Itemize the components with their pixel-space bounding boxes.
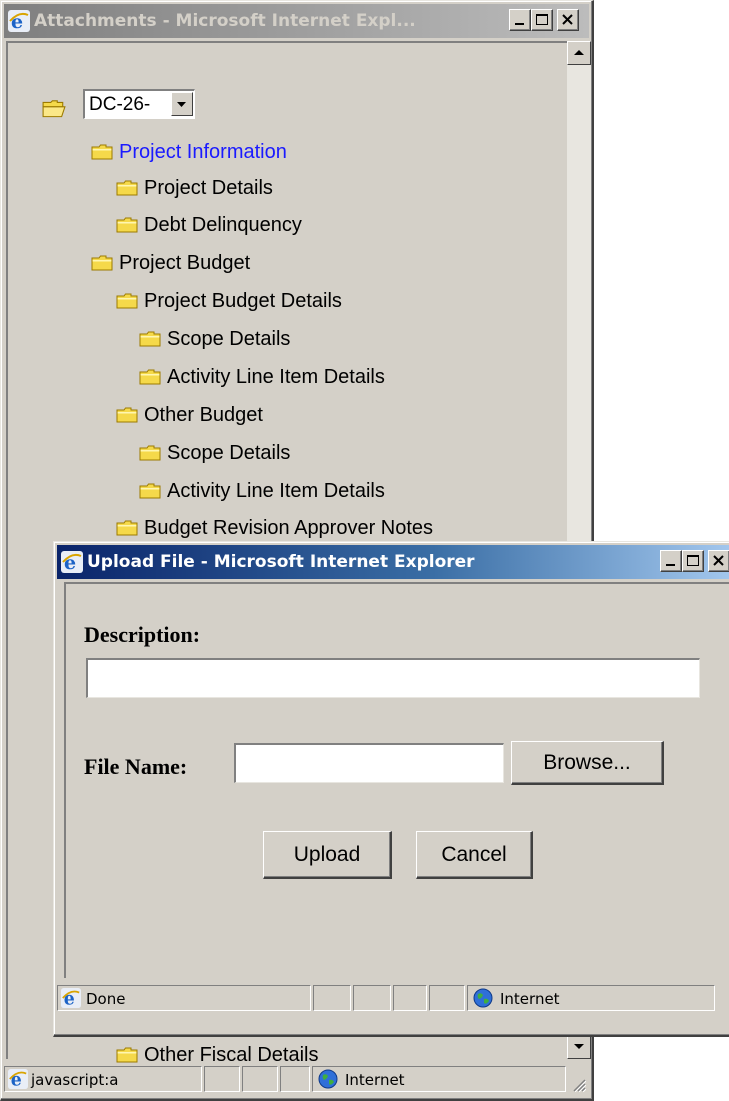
upload-form: Description: File Name: Browse... Upload…	[64, 582, 729, 978]
folder-icon	[91, 144, 113, 160]
tree-item-project-budget-details[interactable]: Project Budget Details	[116, 286, 342, 316]
document-select[interactable]: DC-26-	[83, 89, 195, 119]
minimize-icon	[515, 23, 524, 25]
status-pane	[353, 985, 391, 1011]
folder-icon	[116, 293, 138, 309]
tree-item-label: Scope Details	[167, 441, 291, 464]
tree-item-label: Other Budget	[144, 403, 263, 426]
tree-item-project-budget[interactable]: Project Budget	[91, 248, 250, 278]
status-pane	[429, 985, 465, 1011]
dropdown-arrow-icon	[177, 102, 186, 107]
attachments-statusbar: javascript:a Internet	[4, 1064, 589, 1096]
folder-icon	[139, 369, 161, 385]
tree-item-project-information[interactable]: Project Information	[91, 137, 287, 167]
tree-item-activity-line-item-details[interactable]: Activity Line Item Details	[139, 362, 385, 392]
tree-item-label: Project Information	[119, 140, 287, 163]
file-name-label: File Name:	[84, 754, 188, 779]
attachments-titlebar[interactable]: Attachments - Microsoft Internet Expl...	[4, 4, 589, 38]
maximize-button[interactable]	[531, 9, 553, 31]
resize-grip-icon[interactable]	[570, 1076, 586, 1092]
tree-item-label: Activity Line Item Details	[167, 479, 385, 502]
status-pane-zone: Internet	[467, 985, 715, 1011]
tree-item-budget-revision-approver-notes[interactable]: Budget Revision Approver Notes	[116, 513, 433, 543]
ie-icon	[61, 988, 81, 1008]
scroll-up-icon	[574, 50, 584, 55]
status-pane-zone: Internet	[312, 1066, 566, 1092]
close-icon	[713, 555, 724, 566]
folder-icon	[116, 1047, 138, 1063]
document-select-value: DC-26-	[89, 94, 151, 115]
close-button[interactable]	[708, 550, 729, 572]
folder-open-icon	[42, 100, 66, 118]
close-icon	[562, 14, 573, 25]
tree-item-debt-delinquency[interactable]: Debt Delinquency	[116, 210, 302, 240]
file-name-input[interactable]	[234, 743, 504, 783]
ie-icon	[8, 1069, 28, 1089]
maximize-icon	[687, 555, 699, 566]
close-button[interactable]	[557, 9, 579, 31]
scroll-down-button[interactable]	[567, 1035, 591, 1059]
status-text: Done	[86, 990, 126, 1008]
ie-icon	[61, 551, 83, 573]
browse-button[interactable]: Browse...	[511, 741, 664, 785]
folder-icon	[116, 407, 138, 423]
tree-item-label: Debt Delinquency	[144, 213, 302, 236]
status-text: javascript:a	[31, 1071, 119, 1089]
minimize-button[interactable]	[509, 9, 531, 31]
status-pane-main: javascript:a	[4, 1066, 202, 1092]
cancel-button[interactable]: Cancel	[416, 831, 533, 879]
tree-item-scope-details[interactable]: Scope Details	[139, 324, 290, 354]
status-pane-main: Done	[57, 985, 311, 1011]
minimize-button[interactable]	[660, 550, 682, 572]
folder-icon	[116, 180, 138, 196]
upload-button[interactable]: Upload	[263, 831, 392, 879]
folder-icon	[116, 520, 138, 536]
folder-icon	[139, 445, 161, 461]
folder-icon	[139, 331, 161, 347]
status-pane	[280, 1066, 310, 1092]
maximize-icon	[536, 14, 548, 25]
attachments-window-title: Attachments - Microsoft Internet Expl...	[34, 11, 416, 31]
tree-item-label: Budget Revision Approver Notes	[144, 516, 434, 539]
description-input[interactable]	[86, 658, 700, 698]
folder-icon	[116, 217, 138, 233]
upload-statusbar: Done Internet	[57, 983, 729, 1015]
zone-text: Internet	[345, 1071, 405, 1089]
tree-item-label: Project Details	[144, 176, 273, 199]
status-pane	[313, 985, 351, 1011]
tree-item-scope-details[interactable]: Scope Details	[139, 438, 290, 468]
scroll-down-icon	[574, 1044, 584, 1049]
tree-item-activity-line-item-details[interactable]: Activity Line Item Details	[139, 476, 385, 506]
tree-item-other-budget[interactable]: Other Budget	[116, 400, 263, 430]
globe-icon	[473, 988, 493, 1008]
scroll-up-button[interactable]	[567, 41, 591, 65]
dropdown-button[interactable]	[171, 92, 193, 116]
upload-dialog-title: Upload File - Microsoft Internet Explore…	[87, 552, 475, 572]
description-label: Description:	[84, 622, 201, 647]
folder-icon	[91, 255, 113, 271]
ie-icon	[8, 10, 30, 32]
upload-dialog: Upload File - Microsoft Internet Explore…	[53, 541, 729, 1037]
status-pane	[242, 1066, 278, 1092]
folder-icon	[139, 483, 161, 499]
status-pane	[393, 985, 427, 1011]
tree-item-label: Scope Details	[167, 327, 291, 350]
tree-item-project-details[interactable]: Project Details	[116, 173, 273, 203]
zone-text: Internet	[500, 990, 560, 1008]
tree-item-label: Project Budget	[119, 251, 251, 274]
tree-item-label: Project Budget Details	[144, 289, 342, 312]
tree-item-label: Activity Line Item Details	[167, 365, 385, 388]
globe-icon	[318, 1069, 338, 1089]
status-pane	[204, 1066, 240, 1092]
minimize-icon	[666, 564, 675, 566]
upload-titlebar[interactable]: Upload File - Microsoft Internet Explore…	[57, 545, 729, 579]
maximize-button[interactable]	[682, 550, 704, 572]
